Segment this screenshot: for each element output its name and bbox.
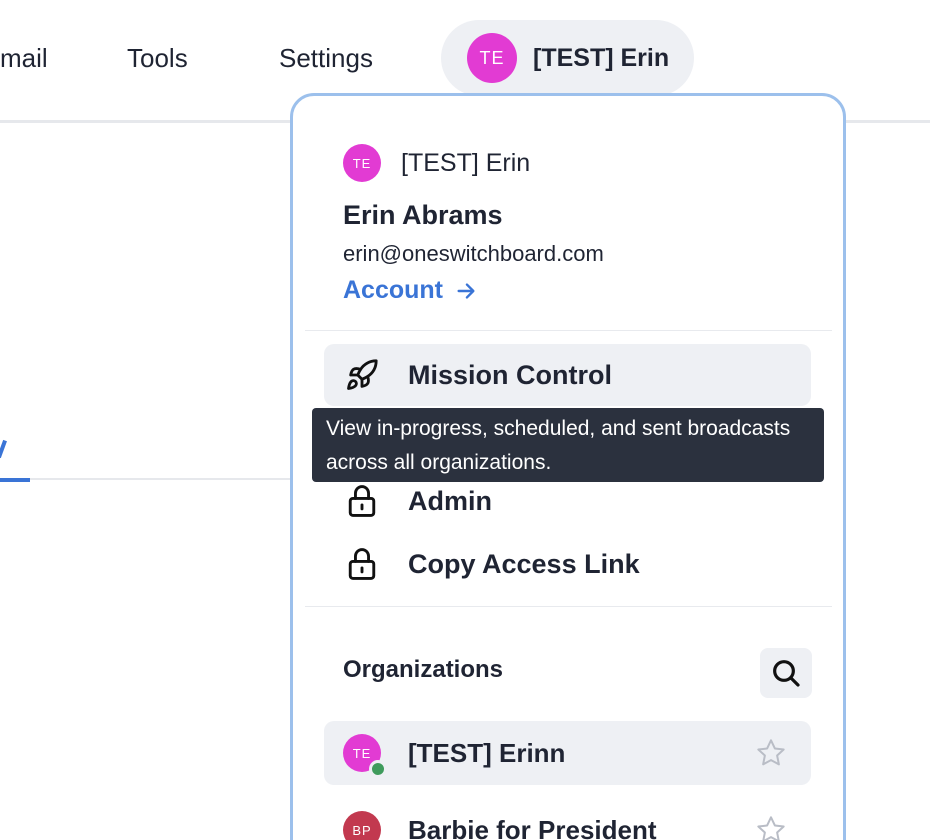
organization-name: [TEST] Erinn [408, 737, 566, 768]
current-org-avatar: TE [343, 144, 381, 182]
star-icon[interactable] [755, 737, 787, 769]
menu-item-copy-access-link[interactable]: Copy Access Link [324, 533, 811, 595]
current-org: TE [TEST] Erin [343, 144, 530, 182]
lock-icon [344, 483, 380, 519]
menu-item-label: Mission Control [408, 359, 612, 390]
menu-divider [305, 606, 832, 607]
menu-item-label: Admin [408, 485, 492, 516]
tab-bar-divider [0, 478, 300, 480]
search-icon [773, 660, 800, 687]
page: mail Tools Settings TE [TEST] Erin TE [T… [0, 0, 930, 840]
organization-avatar: TE [343, 734, 387, 778]
active-tab-indicator [0, 478, 30, 482]
user-menu-name: [TEST] Erin [533, 43, 670, 72]
account-link-label: Account [343, 276, 443, 304]
background-tab-label [0, 428, 10, 468]
organization-name: Barbie for President [408, 814, 657, 840]
organization-avatar: BP [343, 811, 381, 840]
current-org-name: [TEST] Erin [401, 148, 531, 177]
nav-item-email[interactable]: mail [0, 42, 48, 74]
organization-avatar-initials: BP [343, 811, 381, 840]
rocket-icon [344, 357, 380, 393]
nav-item-tools[interactable]: Tools [127, 42, 188, 74]
user-menu-button[interactable]: TE [TEST] Erin [441, 20, 694, 96]
menu-divider [305, 330, 832, 331]
account-link[interactable]: Account [343, 276, 477, 305]
online-status-dot [369, 760, 387, 778]
user-full-name: Erin Abrams [343, 200, 503, 230]
star-icon[interactable] [755, 814, 787, 840]
organization-item[interactable]: TE [TEST] Erinn [324, 721, 811, 785]
nav-item-settings[interactable]: Settings [279, 42, 373, 74]
mission-control-tooltip: View in-progress, scheduled, and sent br… [312, 408, 824, 482]
user-avatar: TE [467, 33, 517, 83]
menu-item-label: Copy Access Link [408, 548, 640, 579]
organization-search-button[interactable] [760, 648, 812, 698]
menu-item-mission-control[interactable]: Mission Control [324, 344, 811, 406]
organizations-heading: Organizations [343, 656, 504, 683]
user-email: erin@oneswitchboard.com [343, 241, 604, 266]
lock-icon [344, 546, 380, 582]
arrow-right-icon [457, 282, 475, 299]
organization-item[interactable]: BP Barbie for President [324, 798, 811, 840]
